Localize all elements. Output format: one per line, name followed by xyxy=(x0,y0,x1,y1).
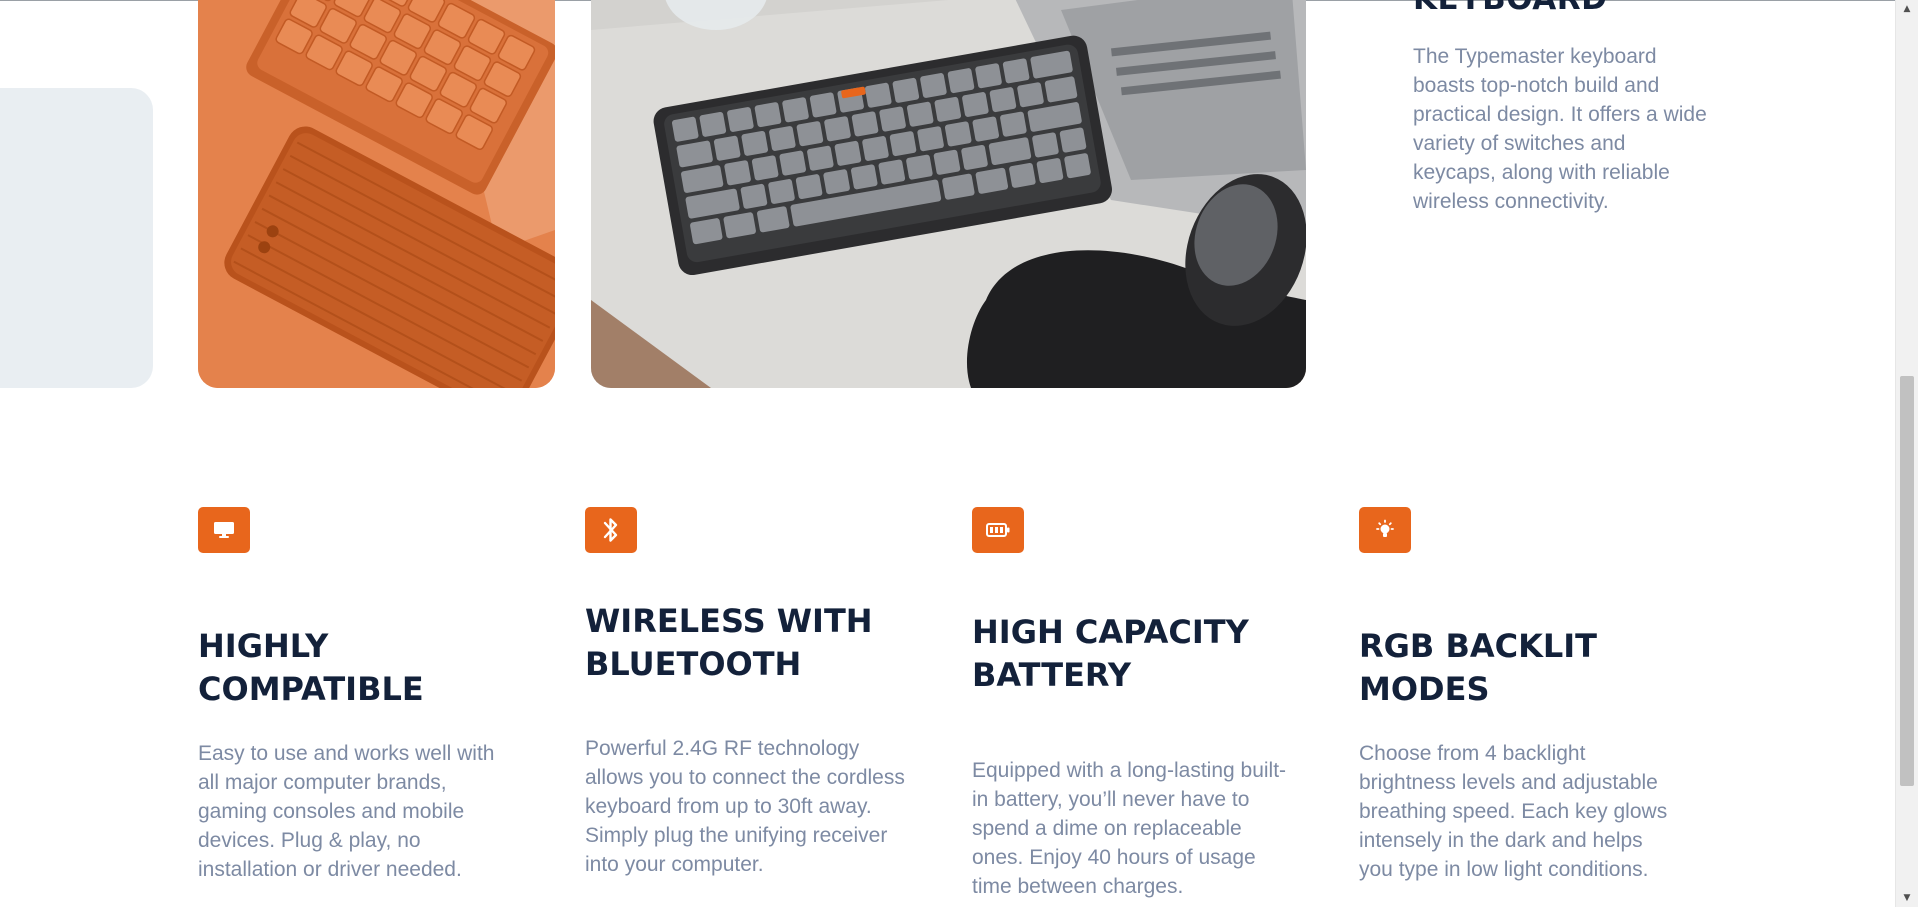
feature-title: HIGH CAPACITY BATTERY xyxy=(972,613,1249,694)
gallery-card-gray xyxy=(0,88,153,388)
keyboard-intro: KEYBOARD The Typemaster keyboard boasts … xyxy=(1413,0,1713,216)
feature-title: WIRELESS WITH BLUETOOTH xyxy=(585,602,873,683)
monitor-icon xyxy=(198,507,250,553)
feature-title: RGB BACKLIT MODES xyxy=(1359,627,1597,708)
lightbulb-icon xyxy=(1359,507,1411,553)
feature-description: Easy to use and works well with all majo… xyxy=(198,742,495,881)
feature-description: Choose from 4 backlight brightness level… xyxy=(1359,742,1668,881)
feature-compatible: HIGHLY COMPATIBLE Easy to use and works … xyxy=(198,507,543,907)
feature-battery: HIGH CAPACITY BATTERY Equipped with a lo… xyxy=(972,507,1317,907)
battery-icon xyxy=(972,507,1024,553)
feature-wireless: WIRELESS WITH BLUETOOTH Powerful 2.4G RF… xyxy=(585,507,930,907)
scroll-down-arrow-icon[interactable]: ▼ xyxy=(1896,889,1918,907)
bluetooth-icon xyxy=(585,507,637,553)
page-scrollbar[interactable]: ▲ ▼ xyxy=(1895,0,1918,907)
desk-keyboard-photo xyxy=(591,0,1306,388)
section-title: KEYBOARD xyxy=(1413,0,1713,28)
feature-rgb: RGB BACKLIT MODES Choose from 4 backligh… xyxy=(1359,507,1704,907)
desk-photo-illustration xyxy=(591,0,1306,388)
feature-title: HIGHLY COMPATIBLE xyxy=(198,627,424,708)
section-description: The Typemaster keyboard boasts top-notch… xyxy=(1413,45,1707,213)
feature-description: Equipped with a long-lasting built-in ba… xyxy=(972,759,1287,898)
orange-photo-illustration xyxy=(198,0,555,388)
scroll-up-arrow-icon[interactable]: ▲ xyxy=(1896,0,1918,18)
orange-tinted-keyboard-photo xyxy=(198,0,555,388)
page: KEYBOARD The Typemaster keyboard boasts … xyxy=(0,0,1918,907)
feature-description: Powerful 2.4G RF technology allows you t… xyxy=(585,737,905,876)
scrollbar-thumb[interactable] xyxy=(1900,376,1914,786)
